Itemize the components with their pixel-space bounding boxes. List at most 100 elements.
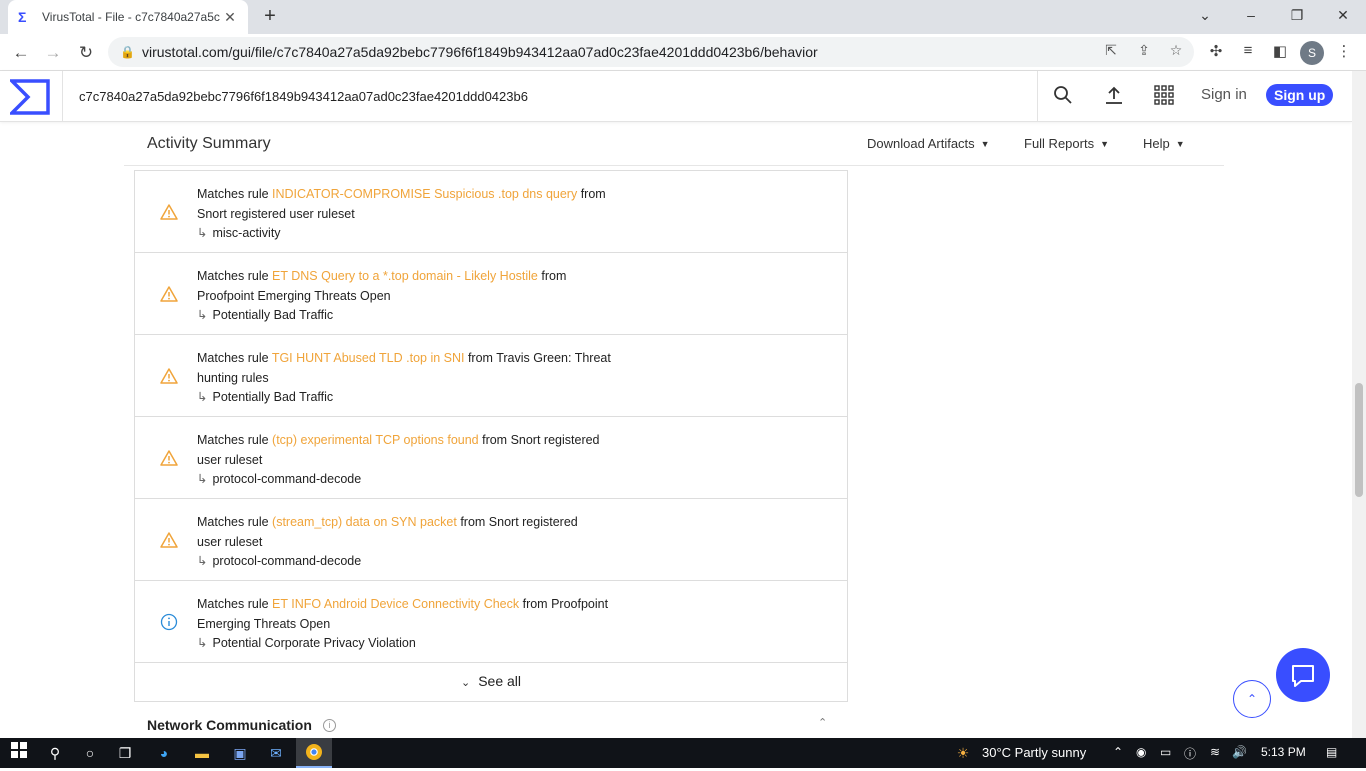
- return-arrow-icon: ↳: [197, 226, 208, 240]
- info-icon: [160, 613, 178, 631]
- browser-tab-strip: Σ VirusTotal - File - c7c7840a27a5c ✕ + …: [0, 0, 1366, 34]
- profile-avatar[interactable]: S: [1300, 41, 1324, 65]
- rule-link[interactable]: TGI HUNT Abused TLD .top in SNI: [272, 351, 465, 365]
- rule-description: Matches rule TGI HUNT Abused TLD .top in…: [197, 351, 611, 404]
- chrome-menu-icon[interactable]: ⋮: [1333, 42, 1355, 60]
- help-dropdown[interactable]: Help ▼: [1143, 136, 1185, 151]
- warning-icon: [160, 204, 178, 220]
- scroll-to-top-button[interactable]: ⌃: [1233, 680, 1271, 718]
- info-icon[interactable]: i: [323, 719, 336, 732]
- return-arrow-icon: ↳: [197, 390, 208, 404]
- media-queue-icon[interactable]: ≡: [1237, 42, 1259, 59]
- caret-down-icon: ▼: [1100, 139, 1109, 149]
- tab-search-chevron-icon[interactable]: ⌄: [1182, 0, 1228, 30]
- tab-close-icon[interactable]: ✕: [222, 9, 238, 26]
- search-icon[interactable]: [1051, 85, 1075, 109]
- cortana-icon[interactable]: ○: [79, 742, 101, 764]
- restore-button[interactable]: ❐: [1274, 0, 1320, 30]
- caret-down-icon: ▼: [980, 139, 990, 149]
- return-arrow-icon: ↳: [197, 308, 208, 322]
- rule-link[interactable]: INDICATOR-COMPROMISE Suspicious .top dns…: [272, 187, 577, 201]
- clock[interactable]: 5:13 PM: [1261, 745, 1306, 759]
- chevron-up-icon[interactable]: ⌃: [818, 716, 827, 729]
- sign-up-button[interactable]: Sign up: [1266, 84, 1334, 106]
- meet-now-icon[interactable]: ▭: [1160, 745, 1171, 759]
- volume-icon[interactable]: 🔊: [1232, 745, 1247, 759]
- search-input[interactable]: c7c7840a27a5da92bebc7796f6f1849b943412aa…: [62, 71, 1038, 122]
- scrollbar-thumb[interactable]: [1355, 383, 1363, 497]
- warning-icon: [160, 532, 178, 548]
- file-explorer-icon[interactable]: ▬: [191, 742, 213, 764]
- lock-icon: 🔒: [120, 45, 135, 59]
- rule-description: Matches rule ET INFO Android Device Conn…: [197, 597, 609, 650]
- edge-icon[interactable]: ◕: [153, 742, 175, 764]
- network-communication-heading[interactable]: Network Communication: [147, 717, 312, 733]
- url-text: virustotal.com/gui/file/c7c7840a27a5da92…: [142, 44, 818, 60]
- rule-description: Matches rule (tcp) experimental TCP opti…: [197, 433, 600, 486]
- back-button[interactable]: ←: [8, 40, 34, 66]
- rule-category: ↳ Potentially Bad Traffic: [197, 390, 334, 404]
- virustotal-logo-icon[interactable]: [10, 79, 50, 115]
- wifi-icon[interactable]: ≋: [1210, 745, 1220, 759]
- download-artifacts-dropdown[interactable]: Download Artifacts ▼: [867, 136, 990, 151]
- browser-toolbar: ← → ↻ 🔒 virustotal.com/gui/file/c7c7840a…: [0, 34, 1366, 71]
- chat-button[interactable]: [1276, 648, 1330, 702]
- forward-button[interactable]: →: [40, 40, 66, 66]
- rule-link[interactable]: (stream_tcp) data on SYN packet: [272, 515, 457, 529]
- task-view-icon[interactable]: ❐: [114, 742, 136, 764]
- partly-sunny-weather-icon[interactable]: ☀: [952, 742, 974, 764]
- ime-icon[interactable]: ⓘ: [1184, 745, 1196, 762]
- store-icon[interactable]: ▣: [229, 742, 251, 764]
- address-bar[interactable]: 🔒 virustotal.com/gui/file/c7c7840a27a5da…: [108, 37, 1194, 67]
- rule-row: Matches rule TGI HUNT Abused TLD .top in…: [135, 335, 847, 417]
- rule-row: Matches rule (stream_tcp) data on SYN pa…: [135, 499, 847, 581]
- rule-description: Matches rule INDICATOR-COMPROMISE Suspic…: [197, 187, 606, 240]
- apps-grid-icon[interactable]: [1152, 85, 1176, 109]
- share-icon[interactable]: ⇪: [1134, 42, 1154, 59]
- chrome-icon: [306, 744, 322, 760]
- rule-row: Matches rule INDICATOR-COMPROMISE Suspic…: [135, 171, 847, 253]
- weather-text[interactable]: 30°C Partly sunny: [982, 745, 1086, 760]
- browser-tab[interactable]: Σ VirusTotal - File - c7c7840a27a5c ✕: [8, 0, 248, 34]
- search-value: c7c7840a27a5da92bebc7796f6f1849b943412aa…: [79, 89, 528, 104]
- minimize-button[interactable]: –: [1228, 0, 1274, 30]
- open-in-app-icon[interactable]: ⇱: [1101, 42, 1121, 59]
- windows-start-icon[interactable]: [8, 742, 30, 764]
- tab-title: VirusTotal - File - c7c7840a27a5c: [42, 10, 220, 24]
- rule-link[interactable]: ET INFO Android Device Connectivity Chec…: [272, 597, 519, 611]
- side-panel-icon[interactable]: ◧: [1269, 42, 1291, 60]
- caret-down-icon: ▼: [1175, 139, 1185, 149]
- record-icon[interactable]: ◉: [1136, 745, 1146, 759]
- rule-description: Matches rule (stream_tcp) data on SYN pa…: [197, 515, 578, 568]
- activity-summary-title: Activity Summary: [147, 135, 271, 152]
- window-close-button[interactable]: ✕: [1320, 0, 1366, 30]
- chrome-taskbar-button[interactable]: [296, 738, 332, 768]
- rule-category: ↳ misc-activity: [197, 226, 281, 240]
- rule-category: ↳ Potentially Bad Traffic: [197, 308, 334, 322]
- rule-link[interactable]: ET DNS Query to a *.top domain - Likely …: [272, 269, 538, 283]
- notifications-icon[interactable]: ▤: [1326, 745, 1337, 759]
- page-scrollbar[interactable]: [1352, 71, 1366, 738]
- return-arrow-icon: ↳: [197, 554, 208, 568]
- see-all-button[interactable]: ⌄ See all: [135, 665, 847, 701]
- reload-button[interactable]: ↻: [73, 40, 99, 66]
- tray-chevron-up-icon[interactable]: ⌃: [1113, 745, 1123, 759]
- bookmark-star-icon[interactable]: ☆: [1166, 42, 1186, 59]
- ids-rules-panel: Matches rule INDICATOR-COMPROMISE Suspic…: [134, 170, 848, 702]
- chat-bubble-icon: [1292, 665, 1314, 687]
- activity-summary-bar: Activity Summary Download Artifacts ▼ Ful…: [124, 122, 1224, 166]
- rule-row: Matches rule ET INFO Android Device Conn…: [135, 581, 847, 663]
- vt-header: c7c7840a27a5da92bebc7796f6f1849b943412aa…: [0, 71, 1352, 122]
- warning-icon: [160, 450, 178, 466]
- extensions-icon[interactable]: ✣: [1205, 42, 1227, 60]
- rule-link[interactable]: (tcp) experimental TCP options found: [272, 433, 479, 447]
- rule-description: Matches rule ET DNS Query to a *.top dom…: [197, 269, 567, 322]
- mail-icon[interactable]: ✉: [265, 742, 287, 764]
- full-reports-dropdown[interactable]: Full Reports ▼: [1024, 136, 1109, 151]
- warning-icon: [160, 286, 178, 302]
- new-tab-button[interactable]: +: [258, 4, 282, 28]
- sign-in-link[interactable]: Sign in: [1201, 86, 1247, 103]
- upload-icon[interactable]: [1102, 85, 1126, 109]
- chevron-down-icon: ⌄: [460, 677, 471, 689]
- search-icon[interactable]: ⚲: [44, 742, 66, 764]
